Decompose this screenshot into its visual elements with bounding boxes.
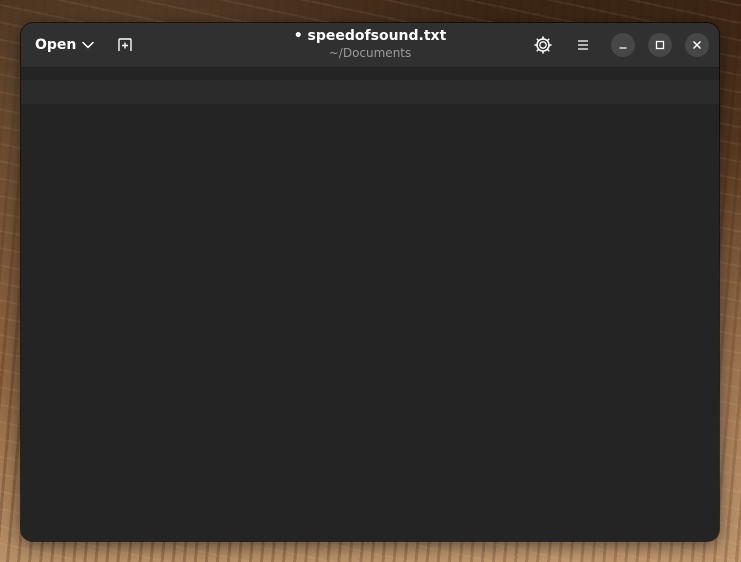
close-button[interactable]	[685, 33, 709, 57]
new-tab-icon	[117, 37, 133, 53]
main-menu-button[interactable]	[568, 30, 598, 60]
current-line-highlight	[21, 80, 719, 104]
text-editor-area[interactable]	[21, 104, 719, 541]
window-title-block: • speedofsound.txt ~/Documents	[221, 28, 519, 61]
hamburger-menu-icon	[576, 39, 590, 51]
new-tab-button[interactable]	[110, 30, 140, 60]
close-icon	[692, 40, 702, 50]
minimize-icon	[618, 40, 628, 50]
maximize-icon	[655, 40, 665, 50]
open-button[interactable]: Open	[27, 30, 102, 60]
text-editor-window: Open • speedofsound.txt ~/Documents	[21, 23, 719, 541]
document-path: ~/Documents	[328, 46, 412, 60]
gear-icon	[534, 36, 552, 54]
window-title: • speedofsound.txt	[221, 28, 519, 45]
maximize-button[interactable]	[648, 33, 672, 57]
headerbar: Open • speedofsound.txt ~/Documents	[21, 23, 719, 68]
settings-button[interactable]	[528, 30, 558, 60]
chevron-down-icon	[82, 41, 95, 49]
open-button-label: Open	[35, 37, 77, 53]
minimize-button[interactable]	[611, 33, 635, 57]
modified-indicator: •	[293, 28, 303, 44]
document-filename: speedofsound.txt	[307, 28, 447, 44]
